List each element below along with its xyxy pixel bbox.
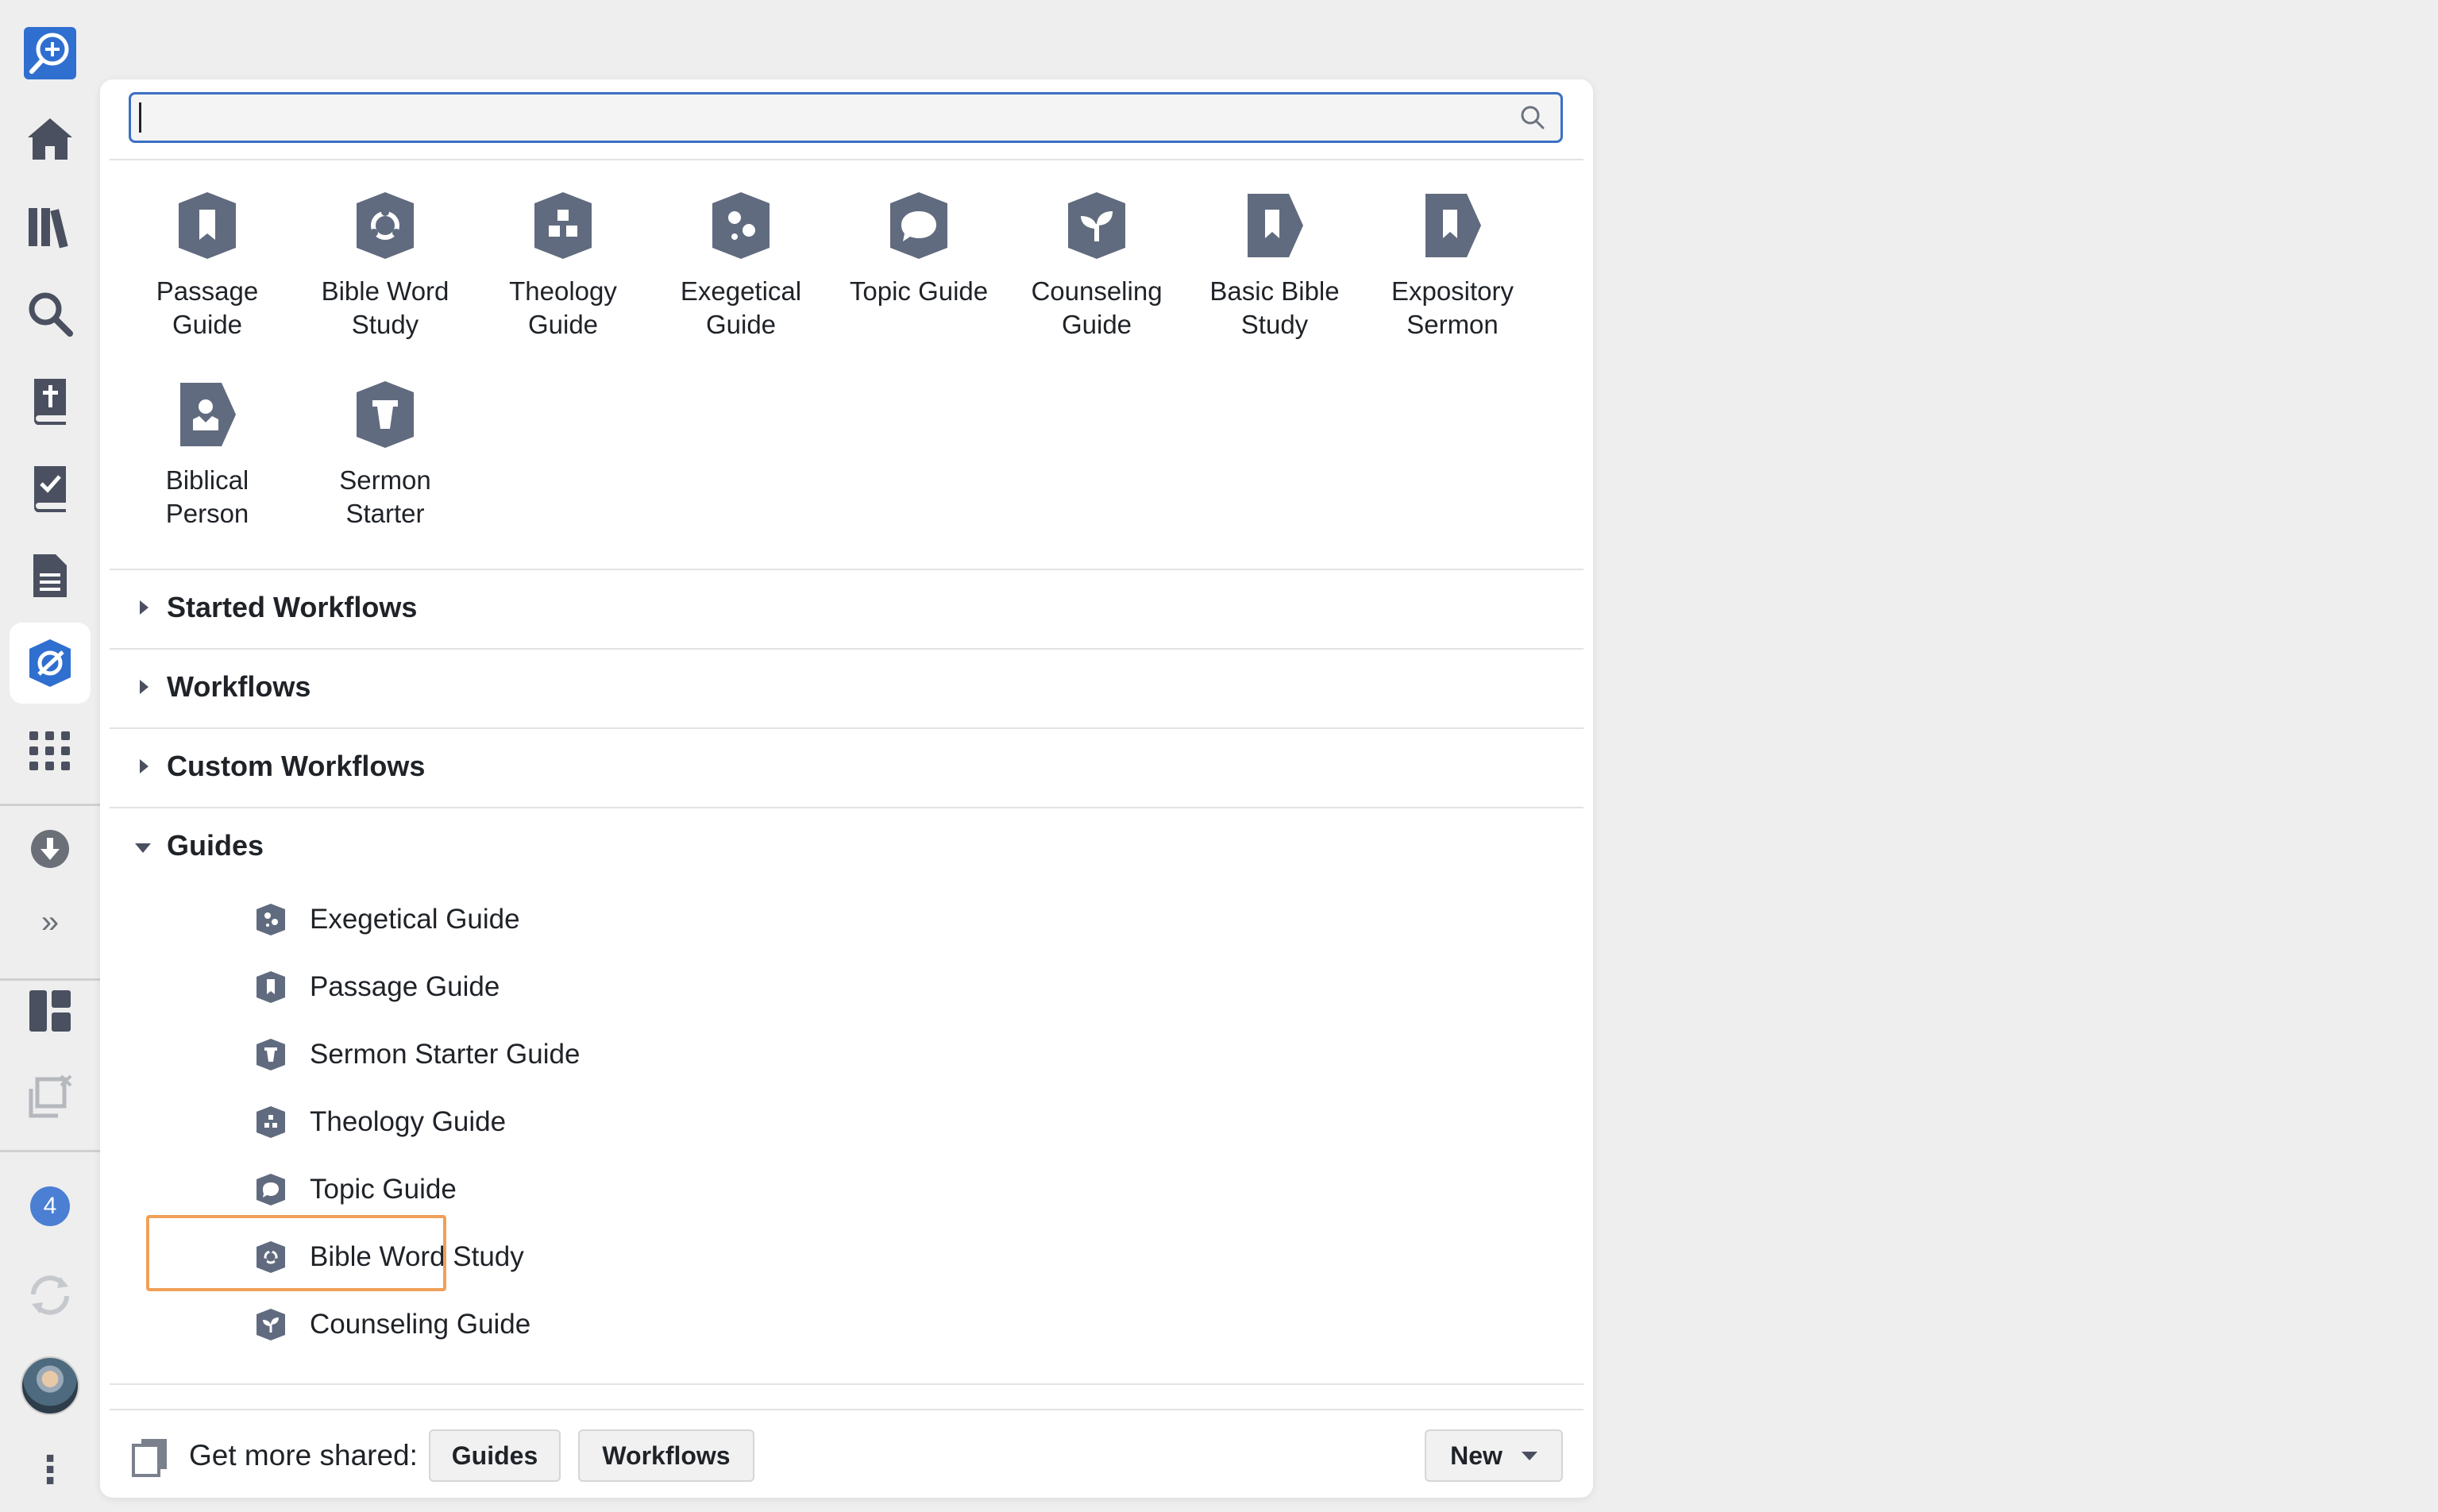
- section-title: Custom Workflows: [167, 750, 426, 782]
- divider: [110, 1383, 1584, 1385]
- bible-icon[interactable]: [10, 361, 91, 442]
- library-icon[interactable]: [10, 186, 91, 267]
- search-icon[interactable]: [1519, 104, 1546, 131]
- collapse-caret-icon: [135, 843, 151, 853]
- exegetical-guide-icon: [712, 192, 770, 259]
- expand-rail-icon[interactable]: »: [10, 881, 91, 962]
- section-custom-workflows[interactable]: Custom Workflows: [110, 729, 1584, 808]
- guide-item-label: Passage Guide: [310, 971, 500, 1002]
- search-input[interactable]: [131, 94, 1560, 141]
- passage-guide-icon: [257, 971, 285, 1003]
- shared-copy-icon: [132, 1439, 167, 1477]
- chevron-down-icon: [1521, 1451, 1537, 1460]
- more-menu-icon[interactable]: ⋮: [10, 1429, 91, 1510]
- tile-sermon-starter[interactable]: Sermon Starter: [306, 380, 465, 530]
- section-guides[interactable]: Guides: [110, 808, 1584, 888]
- tile-topic-guide[interactable]: Topic Guide: [839, 191, 998, 308]
- guide-item-passage-guide[interactable]: Passage Guide: [256, 960, 500, 1014]
- rail-divider-3: [0, 1150, 100, 1152]
- reading-plan-icon[interactable]: [10, 448, 91, 529]
- bible-word-study-icon: [357, 192, 414, 259]
- tile-label: Sermon Starter: [339, 465, 431, 528]
- avatar: [21, 1356, 79, 1415]
- tile-biblical-person[interactable]: Biblical Person: [128, 380, 287, 530]
- section-title: Workflows: [167, 670, 311, 703]
- sermon-starter-icon: [257, 1039, 285, 1070]
- guide-item-theology-guide[interactable]: Theology Guide: [256, 1095, 506, 1149]
- guide-item-label: Sermon Starter Guide: [310, 1039, 581, 1070]
- new-button-label: New: [1450, 1441, 1503, 1470]
- counseling-guide-icon: [1068, 192, 1125, 259]
- tile-label: Topic Guide: [849, 276, 989, 306]
- selected-guide-highlight: [146, 1215, 446, 1291]
- expand-caret-icon: [140, 600, 149, 615]
- get-more-shared-label: Get more shared:: [189, 1439, 418, 1472]
- new-dropdown-button[interactable]: New: [1425, 1429, 1563, 1482]
- user-avatar[interactable]: [10, 1345, 91, 1426]
- counseling-guide-icon: [257, 1309, 285, 1340]
- search-nav-icon[interactable]: [10, 273, 91, 354]
- tile-exegetical-guide[interactable]: Exegetical Guide: [662, 191, 820, 341]
- notification-count: 4: [30, 1186, 70, 1226]
- tile-label: Counseling Guide: [1031, 276, 1163, 339]
- tile-expository-sermon[interactable]: Expository Sermon: [1373, 191, 1532, 341]
- topic-guide-icon: [257, 1174, 285, 1205]
- guide-item-counseling-guide[interactable]: Counseling Guide: [256, 1298, 530, 1352]
- tile-theology-guide[interactable]: Theology Guide: [484, 191, 642, 341]
- tile-bible-word-study[interactable]: Bible Word Study: [306, 191, 465, 341]
- biblical-person-icon: [180, 383, 236, 446]
- left-rail: » 4 ⋮: [0, 0, 100, 1512]
- section-workflows[interactable]: Workflows: [110, 650, 1584, 729]
- sermon-starter-icon: [357, 381, 414, 448]
- guide-item-topic-guide[interactable]: Topic Guide: [256, 1163, 457, 1217]
- guide-item-sermon-starter-guide[interactable]: Sermon Starter Guide: [256, 1028, 580, 1082]
- theology-guide-icon: [257, 1106, 285, 1138]
- rail-divider: [0, 804, 100, 806]
- tile-passage-guide[interactable]: Passage Guide: [128, 191, 287, 341]
- expand-caret-icon: [140, 680, 149, 694]
- guide-item-label: Topic Guide: [310, 1174, 457, 1205]
- home-icon[interactable]: [10, 98, 91, 179]
- divider: [110, 159, 1584, 160]
- tile-label: Theology Guide: [509, 276, 617, 339]
- topic-guide-icon: [890, 192, 947, 259]
- basic-bible-study-icon: [1248, 194, 1303, 257]
- guide-item-label: Counseling Guide: [310, 1309, 531, 1340]
- sync-icon[interactable]: [10, 1255, 91, 1336]
- guide-item-label: Theology Guide: [310, 1106, 507, 1137]
- notifications-badge[interactable]: 4: [10, 1166, 91, 1247]
- search-box: [129, 92, 1563, 143]
- guides-nav-icon[interactable]: [10, 623, 91, 704]
- apps-grid-icon[interactable]: [10, 710, 91, 791]
- expository-sermon-icon: [1425, 194, 1481, 257]
- passage-guide-icon: [179, 192, 236, 259]
- theology-guide-icon: [534, 192, 592, 259]
- tile-counseling-guide[interactable]: Counseling Guide: [1017, 191, 1176, 341]
- app-logo-icon[interactable]: [10, 13, 91, 94]
- tile-label: Bible Word Study: [321, 276, 449, 339]
- tile-label: Biblical Person: [165, 465, 249, 528]
- guides-panel: Passage Guide Bible Word Study Theology …: [100, 79, 1593, 1498]
- section-started-workflows[interactable]: Started Workflows: [110, 570, 1584, 650]
- tile-label: Basic Bible Study: [1209, 276, 1340, 339]
- layout-icon[interactable]: [10, 970, 91, 1051]
- documents-icon[interactable]: [10, 535, 91, 616]
- section-title: Guides: [167, 829, 264, 862]
- text-caret: [139, 102, 141, 133]
- tile-label: Passage Guide: [156, 276, 259, 339]
- exegetical-guide-icon: [257, 904, 285, 935]
- divider: [110, 1409, 1584, 1410]
- section-title: Started Workflows: [167, 591, 418, 623]
- expand-caret-icon: [140, 759, 149, 773]
- tile-basic-bible-study[interactable]: Basic Bible Study: [1195, 191, 1354, 341]
- guide-item-exegetical-guide[interactable]: Exegetical Guide: [256, 893, 520, 947]
- close-panels-icon[interactable]: [10, 1056, 91, 1137]
- shared-workflows-button[interactable]: Workflows: [578, 1429, 754, 1482]
- shared-guides-button[interactable]: Guides: [429, 1429, 561, 1482]
- guide-item-label: Exegetical Guide: [310, 904, 520, 935]
- download-icon[interactable]: [10, 808, 91, 889]
- tile-label: Exegetical Guide: [680, 276, 802, 339]
- tile-label: Expository Sermon: [1391, 276, 1514, 339]
